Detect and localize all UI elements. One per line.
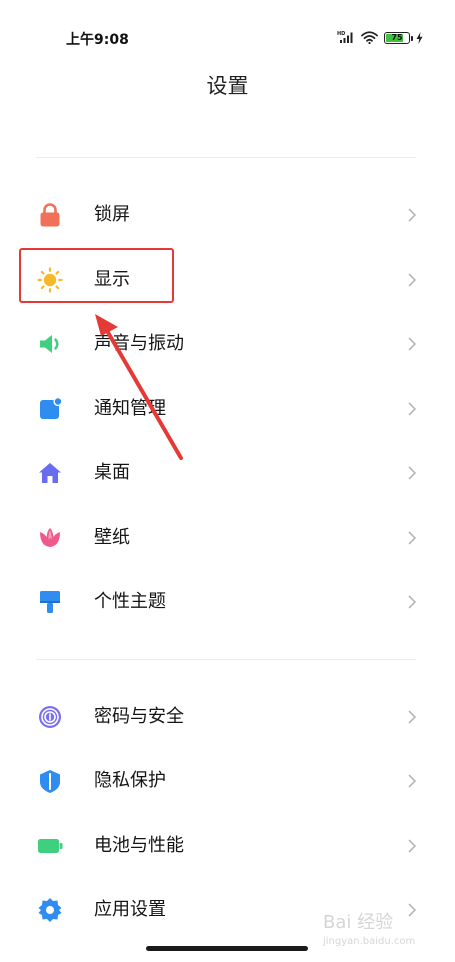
settings-item-label: 个性主题 xyxy=(94,591,166,612)
chevron-right-icon xyxy=(407,773,417,789)
chevron-right-icon xyxy=(407,709,417,725)
home-indicator[interactable] xyxy=(146,946,308,951)
svg-text:jingyan.baidu.com: jingyan.baidu.com xyxy=(322,936,415,947)
settings-item-themes[interactable]: 个性主题 xyxy=(0,570,455,634)
shield-icon xyxy=(36,767,64,795)
battery-icon xyxy=(36,832,64,860)
settings-item-label: 声音与振动 xyxy=(94,333,184,354)
chevron-right-icon xyxy=(407,465,417,481)
settings-item-sound-vibration[interactable]: 声音与振动 xyxy=(0,312,455,376)
status-bar: 上午9:08 HD 75 xyxy=(0,0,455,76)
charging-icon xyxy=(416,29,423,48)
settings-screen: 上午9:08 HD 75 设置 锁屏 显示 声音与振动 通知管理 桌面 壁纸 个… xyxy=(0,0,455,962)
fingerprint-icon xyxy=(36,703,64,731)
settings-item-privacy[interactable]: 隐私保护 xyxy=(0,749,455,813)
settings-item-home-screen[interactable]: 桌面 xyxy=(0,441,455,505)
divider-top xyxy=(36,157,416,158)
settings-item-label: 壁纸 xyxy=(94,527,130,548)
chevron-right-icon xyxy=(407,838,417,854)
watermark-logo: Bai 经验 jingyan.baidu.com xyxy=(321,906,431,948)
gear-icon xyxy=(36,896,64,924)
chevron-right-icon xyxy=(407,401,417,417)
chevron-right-icon xyxy=(407,594,417,610)
wifi-icon xyxy=(361,29,378,48)
settings-item-label: 应用设置 xyxy=(94,899,166,920)
lock-icon xyxy=(36,201,64,229)
flower-icon xyxy=(36,524,64,552)
home-icon xyxy=(36,459,64,487)
settings-item-label: 密码与安全 xyxy=(94,706,184,727)
status-time: 上午9:08 xyxy=(66,32,129,48)
status-icons: HD 75 xyxy=(337,28,423,48)
svg-text:Bai 经验: Bai 经验 xyxy=(323,912,393,933)
settings-item-password-security[interactable]: 密码与安全 xyxy=(0,685,455,749)
chevron-right-icon xyxy=(407,336,417,352)
chevron-right-icon xyxy=(407,272,417,288)
settings-item-label: 隐私保护 xyxy=(94,770,166,791)
battery-level-text: 75 xyxy=(391,33,403,42)
notification-icon xyxy=(36,395,64,423)
settings-item-label: 桌面 xyxy=(94,462,130,483)
settings-item-label: 锁屏 xyxy=(94,204,130,225)
hd-signal-icon: HD xyxy=(337,29,355,48)
svg-text:HD: HD xyxy=(337,31,345,37)
settings-item-wallpaper[interactable]: 壁纸 xyxy=(0,506,455,570)
speaker-icon xyxy=(36,330,64,358)
settings-item-label: 电池与性能 xyxy=(94,835,184,856)
paintbrush-icon xyxy=(36,588,64,616)
chevron-right-icon xyxy=(407,207,417,223)
settings-item-label: 通知管理 xyxy=(94,398,166,419)
chevron-right-icon xyxy=(407,530,417,546)
settings-item-battery-performance[interactable]: 电池与性能 xyxy=(0,814,455,878)
settings-item-notifications[interactable]: 通知管理 xyxy=(0,377,455,441)
highlight-box xyxy=(19,248,174,303)
divider-group xyxy=(36,659,416,660)
settings-item-lock-screen[interactable]: 锁屏 xyxy=(0,183,455,247)
page-title: 设置 xyxy=(206,74,249,98)
battery-icon: 75 xyxy=(384,32,413,44)
